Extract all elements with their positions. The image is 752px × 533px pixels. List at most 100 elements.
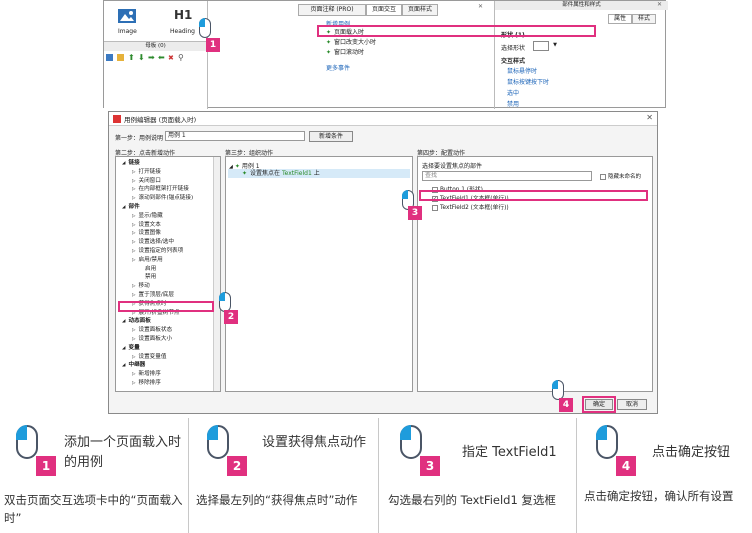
- step-badge-2: 2: [224, 310, 238, 324]
- action-tree-item[interactable]: ◢ 部件: [122, 203, 140, 212]
- action-tree-panel: ◢ 链接 ▷ 打开链接 ▷ 关闭窗口 ▷ 在内部框架打开链接 ▷ 滚动到部件(锚点链接) ◢ 部件 ▷ 显…: [115, 156, 221, 392]
- hide-unnamed-checkbox[interactable]: 隐藏未命名的: [600, 172, 641, 180]
- action-tree-item[interactable]: ▷ 设置面板大小: [132, 335, 172, 344]
- organize-action-item[interactable]: ✦ 设置焦点在 TextField1 上: [228, 169, 410, 178]
- highlight-ok: [582, 396, 616, 413]
- action-tree-item[interactable]: ◢ 动态面板: [122, 317, 151, 326]
- action-tree-item[interactable]: ▷ 置于顶层/底层: [132, 291, 174, 300]
- caption-badge-3: 3: [420, 456, 440, 476]
- action-tree-scrollbar[interactable]: [213, 157, 220, 391]
- tab-page-style[interactable]: 页面样式: [402, 4, 438, 16]
- event-window-scroll[interactable]: ✦ 窗口滚动时: [326, 48, 364, 57]
- step3-desc: 勾选最右列的 TextField1 复选框: [388, 493, 556, 507]
- down-arrow-icon[interactable]: ⬇: [138, 53, 145, 62]
- event-window-resize[interactable]: ✦ 窗口改变大小时: [326, 38, 376, 47]
- tab-page-notes[interactable]: 页面注释 (PRO): [298, 4, 366, 16]
- action-tree-item[interactable]: ▷ 设置指定的列表项: [132, 247, 183, 256]
- action-tree-item[interactable]: ▷ 打开链接: [132, 168, 161, 177]
- expand-arrow-icon: ◢: [122, 205, 126, 210]
- image-widget[interactable]: [118, 9, 138, 25]
- caption-badge-2: 2: [227, 456, 247, 476]
- organize-actions-panel: ◢ ✦ 用例 1 ✦ 设置焦点在 TextField1 上: [225, 156, 413, 392]
- action-tree-item[interactable]: 禁用: [142, 273, 156, 282]
- action-tree-item[interactable]: ◢ 变量: [122, 344, 140, 353]
- heading-widget-label[interactable]: Heading: [170, 28, 195, 35]
- leaf-arrow-icon: ▷: [132, 328, 136, 334]
- case-name-input[interactable]: 用例 1: [165, 131, 305, 141]
- action-tree-item[interactable]: ▷ 设置变量值: [132, 353, 166, 362]
- close-icon[interactable]: ✕: [646, 113, 653, 122]
- leaf-arrow-icon: ▷: [132, 293, 136, 298]
- image-icon: [118, 9, 136, 23]
- step1-title: 添加一个页面载入时的用例: [64, 435, 182, 470]
- hover-style-link[interactable]: 鼠标悬停时: [507, 66, 537, 75]
- chevron-down-icon: ▼: [553, 42, 557, 48]
- action-tree-item[interactable]: ▷ 移动: [132, 282, 150, 291]
- disabled-style-link[interactable]: 禁用: [507, 99, 519, 108]
- leaf-arrow-icon: ▷: [132, 169, 136, 175]
- action-icon: ✦: [242, 170, 248, 177]
- mousedown-style-link[interactable]: 鼠标按键按下时: [507, 77, 549, 86]
- step-badge-4: 4: [559, 398, 573, 412]
- mouse-icon: [16, 425, 38, 459]
- add-condition-button[interactable]: 新增条件: [309, 131, 353, 142]
- more-events-link[interactable]: 更多事件: [326, 63, 350, 72]
- highlight-get-focus: [118, 301, 214, 312]
- mouse-icon: [198, 17, 211, 38]
- up-arrow-icon[interactable]: ⬆: [128, 53, 135, 62]
- delete-icon[interactable]: ✖: [168, 54, 174, 62]
- action-tree-item[interactable]: ▷ 启用/禁用: [132, 256, 163, 265]
- cancel-button[interactable]: 取消: [617, 399, 647, 410]
- mouse-icon: [551, 379, 564, 400]
- widget-list-item[interactable]: TextField2 (文本框(单行)): [432, 202, 509, 211]
- props-tab-style[interactable]: 样式: [632, 14, 656, 24]
- search-icon[interactable]: ⚲: [178, 53, 184, 62]
- action-tree-item[interactable]: 启用: [142, 265, 156, 274]
- action-tree-item[interactable]: ▷ 设置面板状态: [132, 326, 172, 335]
- checkbox-icon[interactable]: [432, 204, 438, 211]
- expand-arrow-icon: ◢: [122, 161, 126, 166]
- props-close-icon[interactable]: ✕: [657, 1, 662, 8]
- action-tree-item[interactable]: ◢ 链接: [122, 159, 140, 168]
- props-header: 部件属性和样式: [495, 1, 668, 10]
- divider: [576, 418, 577, 533]
- organize-action-target: TextField1: [281, 170, 312, 177]
- leaf-arrow-icon: ▷: [132, 187, 136, 193]
- leaf-arrow-icon: ▷: [132, 231, 136, 237]
- right-arrow-icon[interactable]: ➡: [148, 53, 155, 62]
- action-tree-item[interactable]: ▷ 设置选择/选中: [132, 238, 174, 247]
- widget-library: Image H1 Heading: [104, 1, 207, 41]
- mouse-icon: [218, 291, 231, 312]
- action-tree-item[interactable]: ▷ 设置文本: [132, 221, 161, 230]
- props-tab-properties[interactable]: 属性: [608, 14, 632, 24]
- action-tree-item[interactable]: ▷ 显示/隐藏: [132, 212, 163, 221]
- action-tree-item[interactable]: ▷ 滚动到部件(锚点链接): [132, 194, 193, 203]
- action-tree-item[interactable]: ▷ 在内部框架打开链接: [132, 185, 189, 194]
- step2-desc: 选择最左列的“获得焦点时”动作: [196, 493, 358, 507]
- checkbox-icon: [600, 173, 606, 180]
- selected-style-link[interactable]: 选中: [507, 88, 519, 97]
- action-tree-item[interactable]: ▷ 设置图像: [132, 229, 161, 238]
- action-tree-item[interactable]: ▷ 移除排序: [132, 379, 161, 388]
- expand-arrow-icon: ◢: [122, 363, 126, 369]
- expand-arrow-icon: ◢: [122, 319, 126, 325]
- tab-page-interaction[interactable]: 页面交互: [366, 4, 402, 16]
- add-master-icon[interactable]: [106, 54, 113, 61]
- h1-glyph: H1: [174, 8, 193, 22]
- expand-arrow-icon: ◢: [122, 345, 126, 351]
- action-tree-item[interactable]: ▷ 新增排序: [132, 370, 161, 379]
- action-tree-item[interactable]: ▷ 关闭窗口: [132, 177, 161, 186]
- master-toolbar: ⬆ ⬇ ➡ ⬅ ✖ ⚲: [106, 53, 204, 63]
- left-arrow-icon[interactable]: ⬅: [158, 53, 165, 62]
- add-folder-icon[interactable]: [117, 54, 124, 61]
- action-tree-item[interactable]: ◢ 中继器: [122, 361, 145, 370]
- widget-search-input[interactable]: 查找: [422, 171, 592, 181]
- step3-title: 指定 TextField1: [462, 445, 557, 460]
- step2-title: 设置获得焦点动作: [262, 435, 367, 450]
- interaction-style-title: 交互样式: [501, 58, 526, 65]
- shape-selector[interactable]: ▼: [533, 41, 557, 51]
- leaf-arrow-icon: ▷: [132, 257, 136, 263]
- leaf-arrow-icon: ▷: [132, 222, 136, 228]
- panel-close-icon[interactable]: ✕: [478, 3, 483, 10]
- leaf-arrow-icon: ▷: [132, 372, 136, 378]
